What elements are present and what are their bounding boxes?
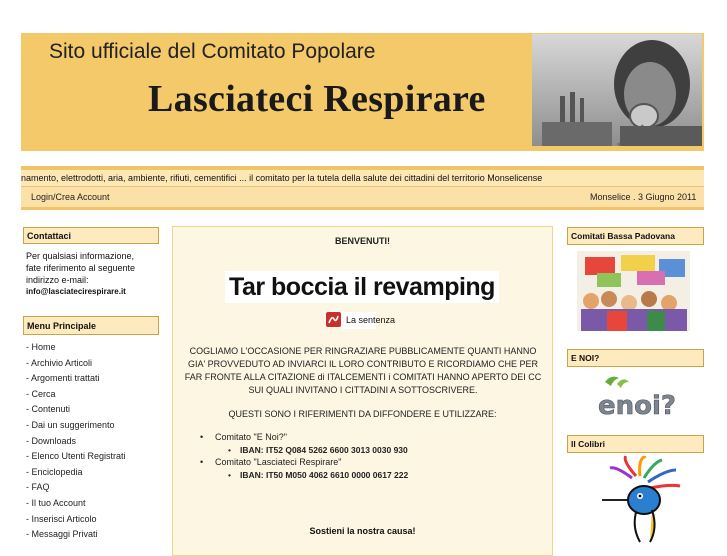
menu-item-dai-un-suggerimento[interactable]: - Dai un suggerimento [26, 418, 166, 434]
header-photo-child-with-mask [532, 34, 702, 146]
menu-item-faq[interactable]: - FAQ [26, 480, 166, 496]
account-name: Comitato "Lasciateci Respirare" [200, 456, 408, 469]
main-menu-title: Menu Principale [23, 316, 159, 335]
protest-crowd-image[interactable] [577, 251, 690, 331]
main-menu: - Home - Archivio Articoli - Argomenti t… [26, 340, 166, 543]
news-headline[interactable]: Tar boccia il revamping [225, 271, 499, 303]
contact-line: Per qualsiasi informazione, [26, 251, 135, 261]
site-subtitle: Sito ufficiale del Comitato Popolare [49, 40, 376, 63]
menu-item-enciclopedia[interactable]: - Enciclopedia [26, 465, 166, 481]
menu-item-home[interactable]: - Home [26, 340, 166, 356]
menu-item-argomenti-trattati[interactable]: - Argomenti trattati [26, 371, 166, 387]
menu-item-messaggi-privati[interactable]: - Messaggi Privati [26, 527, 166, 543]
comitati-block-title: Comitati Bassa Padovana [567, 227, 704, 245]
current-date: Monselice . 3 Giugno 2011 [590, 192, 697, 202]
support-cause-text: Sostieni la nostra causa! [309, 526, 416, 536]
colibri-bird-image[interactable] [592, 454, 684, 544]
menu-item-elenco-utenti[interactable]: - Elenco Utenti Registrati [26, 449, 166, 465]
contact-line: fate riferimento al seguente [26, 263, 136, 273]
menu-item-contenuti[interactable]: - Contenuti [26, 402, 166, 418]
menu-item-il-tuo-account[interactable]: - Il tuo Account [26, 496, 166, 512]
enoi-block-title: E NOI? [567, 349, 704, 367]
thanks-paragraph: COGLIAMO L'OCCASIONE PER RINGRAZIARE PUB… [184, 346, 542, 395]
contact-block-body: Per qualsiasi informazione, fate riferim… [26, 250, 166, 298]
account-name: Comitato "E Noi?" [200, 431, 408, 444]
welcome-heading: BENVENUTI! [334, 236, 390, 246]
menu-item-inserisci-articolo[interactable]: - Inserisci Articolo [26, 512, 166, 528]
menu-item-archivio-articoli[interactable]: - Archivio Articoli [26, 356, 166, 372]
account-iban: IBAN: IT52 Q084 5262 6600 3013 0030 930 [204, 444, 408, 457]
news-ticker-text: namento, elettrodotti, aria, ambiente, r… [21, 173, 543, 183]
site-title: Lasciateci Respirare [148, 78, 486, 120]
enoi-logo[interactable]: enoi? [597, 372, 677, 421]
pdf-icon[interactable] [325, 311, 342, 328]
colibri-block-title: Il Colibri [567, 435, 704, 453]
menu-item-downloads[interactable]: - Downloads [26, 434, 166, 450]
contact-email-link[interactable]: info@lasciatecirespirare.it [26, 286, 166, 298]
account-iban: IBAN: IT50 M050 4062 6610 0000 0617 222 [204, 469, 408, 482]
login-link[interactable]: Login/Crea Account [31, 192, 110, 202]
bank-accounts-list: Comitato "E Noi?" IBAN: IT52 Q084 5262 6… [200, 431, 408, 482]
references-heading: QUESTI SONO I RIFERIMENTI DA DIFFONDERE … [228, 409, 497, 419]
sentenza-link[interactable]: La sentenza [346, 315, 395, 325]
contact-block-title: Contattaci [23, 227, 159, 244]
enoi-logo-text: enoi? [598, 391, 676, 420]
menu-item-cerca[interactable]: - Cerca [26, 387, 166, 403]
contact-line: indirizzo e-mail: [26, 275, 89, 285]
